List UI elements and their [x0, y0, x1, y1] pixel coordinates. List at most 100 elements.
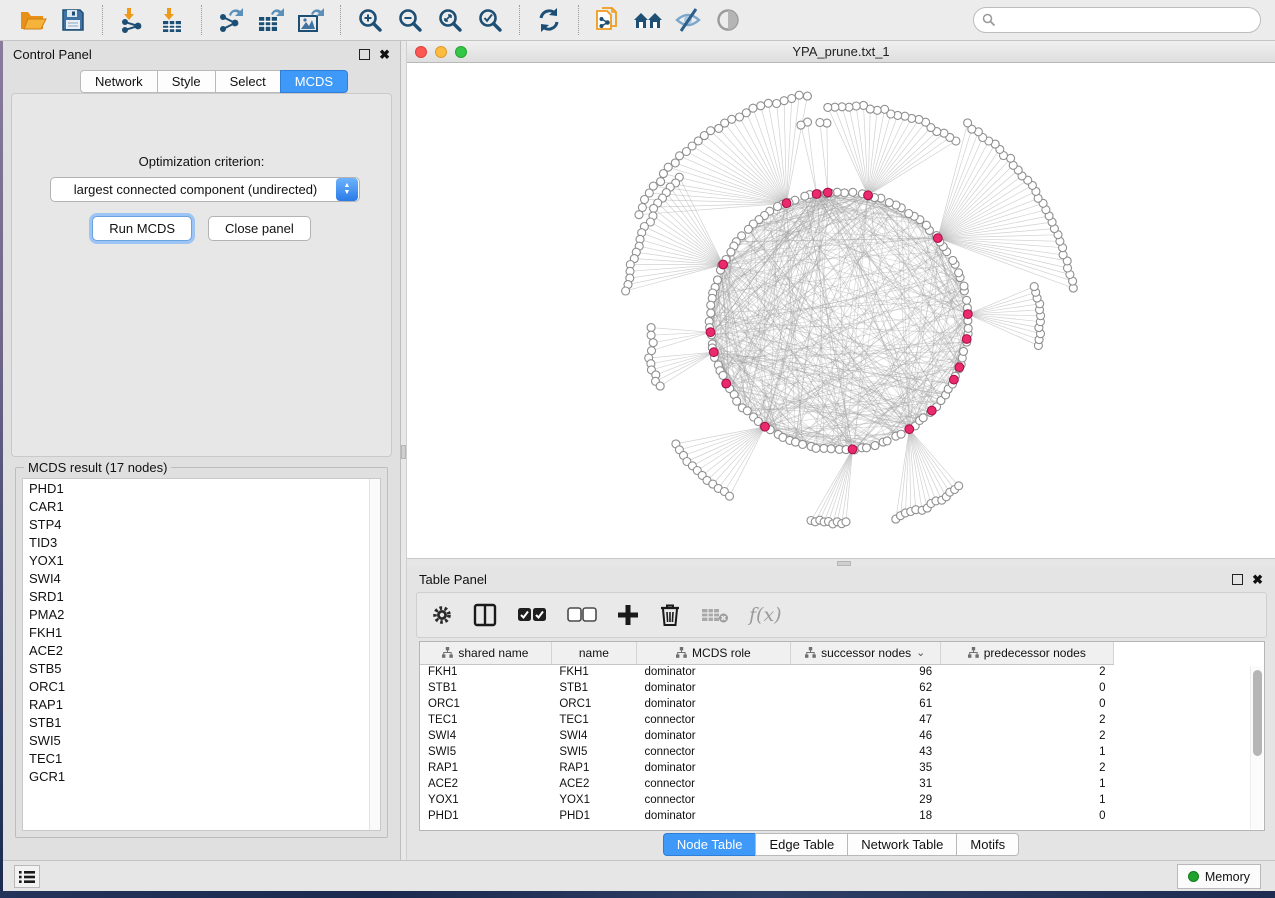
show-details-button[interactable]: [711, 4, 745, 36]
table-row[interactable]: ORC1ORC1dominator610: [420, 696, 1114, 712]
window-maximize-icon[interactable]: [455, 46, 467, 58]
table-cell[interactable]: 0: [940, 808, 1113, 824]
horizontal-split-divider[interactable]: [407, 558, 1275, 567]
table-cell[interactable]: SWI4: [420, 728, 551, 744]
table-cell[interactable]: 0: [940, 696, 1113, 712]
apply-layout-button[interactable]: [532, 4, 566, 36]
tab-network-table[interactable]: Network Table: [847, 833, 956, 856]
table-cell[interactable]: dominator: [636, 696, 790, 712]
table-cell[interactable]: YOX1: [420, 792, 551, 808]
criterion-dropdown[interactable]: largest connected component (undirected)…: [50, 177, 360, 202]
export-table-button[interactable]: [254, 4, 288, 36]
table-cell[interactable]: STB1: [551, 680, 636, 696]
table-cell[interactable]: connector: [636, 776, 790, 792]
network-canvas[interactable]: [407, 63, 1275, 558]
table-cell[interactable]: 1: [940, 744, 1113, 760]
table-cell[interactable]: ACE2: [420, 776, 551, 792]
result-list-item[interactable]: SRD1: [23, 587, 380, 605]
import-network-button[interactable]: [115, 4, 149, 36]
table-row[interactable]: SWI4SWI4dominator462: [420, 728, 1114, 744]
table-cell[interactable]: SWI4: [551, 728, 636, 744]
table-cell[interactable]: 2: [940, 728, 1113, 744]
save-session-button[interactable]: [56, 4, 90, 36]
result-list-item[interactable]: GCR1: [23, 767, 380, 785]
open-file-button[interactable]: [16, 4, 50, 36]
table-row[interactable]: FKH1FKH1dominator962: [420, 664, 1114, 680]
table-cell[interactable]: TEC1: [420, 712, 551, 728]
column-layout-button[interactable]: [473, 599, 497, 631]
export-network-button[interactable]: [214, 4, 248, 36]
tab-edge-table[interactable]: Edge Table: [755, 833, 847, 856]
table-cell[interactable]: connector: [636, 792, 790, 808]
mcds-result-list[interactable]: PHD1CAR1STP4TID3YOX1SWI4SRD1PMA2FKH1ACE2…: [22, 478, 381, 831]
table-cell[interactable]: SWI5: [551, 744, 636, 760]
memory-button[interactable]: Memory: [1177, 864, 1261, 889]
export-image-button[interactable]: [294, 4, 328, 36]
zoom-in-button[interactable]: [353, 4, 387, 36]
tab-select[interactable]: Select: [215, 70, 280, 93]
float-panel-icon[interactable]: [1232, 574, 1243, 585]
table-cell[interactable]: 62: [790, 680, 940, 696]
table-cell[interactable]: dominator: [636, 808, 790, 824]
table-cell[interactable]: PHD1: [551, 808, 636, 824]
table-row[interactable]: PHD1PHD1dominator180: [420, 808, 1114, 824]
table-cell[interactable]: 46: [790, 728, 940, 744]
result-list-item[interactable]: STP4: [23, 515, 380, 533]
column-header-name[interactable]: name: [551, 642, 636, 664]
run-mcds-button[interactable]: Run MCDS: [92, 216, 192, 241]
window-close-icon[interactable]: [415, 46, 427, 58]
table-cell[interactable]: FKH1: [551, 664, 636, 680]
table-scrollbar-thumb[interactable]: [1253, 670, 1262, 756]
table-cell[interactable]: ORC1: [420, 696, 551, 712]
tab-node-table[interactable]: Node Table: [663, 833, 756, 856]
table-cell[interactable]: connector: [636, 712, 790, 728]
table-cell[interactable]: 35: [790, 760, 940, 776]
table-cell[interactable]: 43: [790, 744, 940, 760]
table-row[interactable]: RAP1RAP1dominator352: [420, 760, 1114, 776]
column-header-MCDS-role[interactable]: MCDS role: [636, 642, 790, 664]
table-cell[interactable]: RAP1: [551, 760, 636, 776]
tab-mcds[interactable]: MCDS: [280, 70, 348, 93]
table-cell[interactable]: 61: [790, 696, 940, 712]
table-cell[interactable]: dominator: [636, 680, 790, 696]
select-all-button[interactable]: [517, 599, 547, 631]
task-history-button[interactable]: [14, 865, 40, 888]
table-cell[interactable]: dominator: [636, 664, 790, 680]
column-header-successor-nodes[interactable]: successor nodes⌄: [790, 642, 940, 664]
table-cell[interactable]: 0: [940, 680, 1113, 696]
close-panel-button[interactable]: Close panel: [208, 216, 311, 241]
table-cell[interactable]: dominator: [636, 728, 790, 744]
result-list-item[interactable]: CAR1: [23, 497, 380, 515]
result-list-item[interactable]: TID3: [23, 533, 380, 551]
zoom-fit-button[interactable]: [433, 4, 467, 36]
table-cell[interactable]: 2: [940, 712, 1113, 728]
float-panel-icon[interactable]: [359, 49, 370, 60]
deselect-all-button[interactable]: [567, 599, 597, 631]
table-cell[interactable]: PHD1: [420, 808, 551, 824]
table-cell[interactable]: SWI5: [420, 744, 551, 760]
close-panel-icon[interactable]: ✖: [379, 49, 390, 60]
delete-table-button[interactable]: [701, 599, 729, 631]
import-table-button[interactable]: [155, 4, 189, 36]
table-row[interactable]: STB1STB1dominator620: [420, 680, 1114, 696]
hide-details-button[interactable]: [671, 4, 705, 36]
result-list-item[interactable]: PHD1: [23, 479, 380, 497]
zoom-selected-button[interactable]: [473, 4, 507, 36]
table-row[interactable]: SWI5SWI5connector431: [420, 744, 1114, 760]
table-cell[interactable]: dominator: [636, 760, 790, 776]
tab-style[interactable]: Style: [157, 70, 215, 93]
result-list-item[interactable]: TEC1: [23, 749, 380, 767]
table-cell[interactable]: 31: [790, 776, 940, 792]
table-cell[interactable]: connector: [636, 744, 790, 760]
table-row[interactable]: ACE2ACE2connector311: [420, 776, 1114, 792]
result-list-item[interactable]: FKH1: [23, 623, 380, 641]
search-sites-button[interactable]: [631, 4, 665, 36]
table-cell[interactable]: 2: [940, 664, 1113, 680]
table-cell[interactable]: 18: [790, 808, 940, 824]
divider-handle[interactable]: [401, 445, 406, 459]
table-cell[interactable]: ORC1: [551, 696, 636, 712]
close-panel-icon[interactable]: ✖: [1252, 574, 1263, 585]
table-cell[interactable]: ACE2: [551, 776, 636, 792]
result-list-item[interactable]: STB1: [23, 713, 380, 731]
table-scrollbar[interactable]: [1250, 666, 1263, 829]
